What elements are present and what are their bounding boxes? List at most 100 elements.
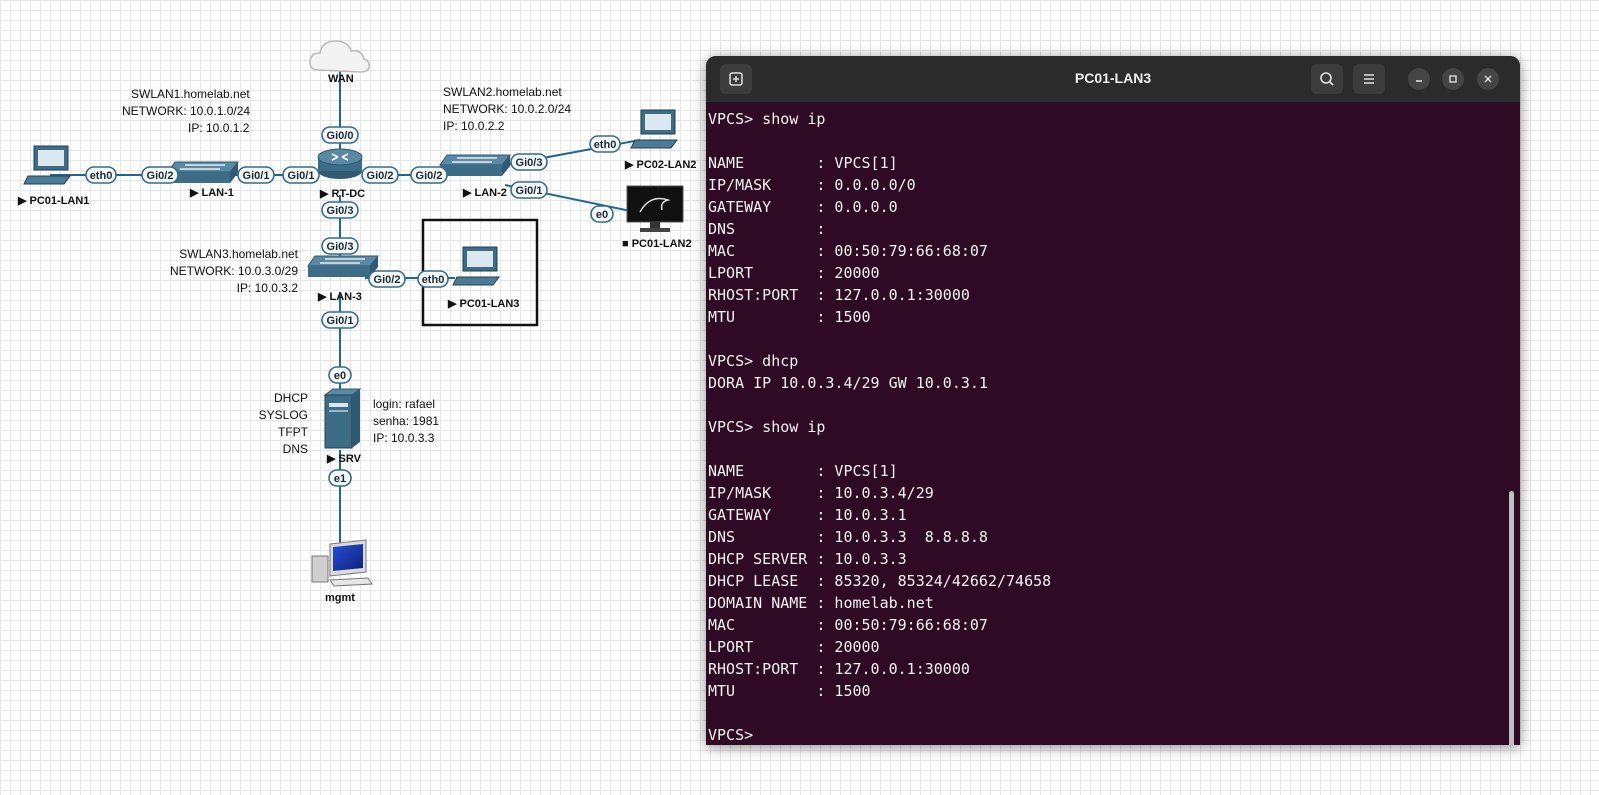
svg-text:DHCP: DHCP: [274, 391, 308, 405]
pc02-lan2-label: ▶ PC02-LAN2: [624, 159, 696, 171]
port-lan2-gi01[interactable]: Gi0/1: [510, 181, 548, 199]
search-button[interactable]: [1311, 64, 1343, 94]
port-rt-gi03[interactable]: Gi0/3: [321, 201, 359, 219]
terminal-line: DNS : 10.0.3.3 8.8.8.8: [708, 528, 988, 546]
swlan1-note: SWLAN1.homelab.net NETWORK: 10.0.1.0/24 …: [122, 87, 250, 135]
terminal-line: MTU : 1500: [708, 308, 871, 326]
svg-text:IP: 10.0.1.2: IP: 10.0.1.2: [188, 121, 250, 135]
port-pc01lan2-e0[interactable]: e0: [590, 205, 614, 223]
terminal-output[interactable]: VPCS> show ip NAME : VPCS[1] IP/MASK : 0.0…: [706, 103, 1520, 745]
svg-text:Gi0/1: Gi0/1: [516, 185, 543, 197]
maximize-icon: [1449, 75, 1457, 83]
wan-label: WAN: [328, 73, 354, 85]
svg-text:Gi0/3: Gi0/3: [327, 205, 354, 217]
svg-text:Gi0/1: Gi0/1: [327, 315, 354, 327]
pc01-lan3-label: ▶ PC01-LAN3: [447, 298, 519, 310]
port-rt-gi00[interactable]: Gi0/0: [321, 126, 359, 144]
lan-2-label: ▶ LAN-2: [462, 187, 507, 199]
pc01-lan2-label: ■ PC01-LAN2: [622, 238, 692, 250]
pc01-lan3-icon[interactable]: [452, 246, 500, 286]
svg-text:e1: e1: [334, 473, 346, 485]
svg-text:Gi0/3: Gi0/3: [327, 241, 354, 253]
svg-text:Gi0/2: Gi0/2: [374, 274, 401, 286]
terminal-line: IP/MASK : 10.0.3.4/29: [708, 484, 934, 502]
lan-3-label: ▶ LAN-3: [317, 291, 362, 303]
terminal-window[interactable]: PC01-LAN3 VPCS> show ip NAME: VPCS[1] I…: [706, 56, 1520, 745]
minimize-icon: [1416, 80, 1422, 82]
search-icon: [1320, 72, 1334, 86]
terminal-line: RHOST:PORT : 127.0.0.1:30000: [708, 286, 970, 304]
svg-text:e0: e0: [596, 209, 608, 221]
svg-text:SWLAN2.homelab.net: SWLAN2.homelab.net: [443, 85, 562, 99]
terminal-line: LPORT : 20000: [708, 264, 880, 282]
swlan3-note: SWLAN3.homelab.net NETWORK: 10.0.3.0/29 …: [170, 247, 299, 295]
pc01-lan1-icon[interactable]: [23, 145, 71, 185]
svg-text:SWLAN3.homelab.net: SWLAN3.homelab.net: [179, 247, 298, 261]
menu-button[interactable]: [1353, 64, 1385, 94]
lan-1-label: ▶ LAN-1: [189, 187, 234, 199]
terminal-header[interactable]: PC01-LAN3: [706, 56, 1520, 103]
port-srv-e0[interactable]: e0: [328, 366, 352, 384]
pc01-lan2-monitor-icon[interactable]: [626, 185, 684, 232]
close-button[interactable]: [1477, 68, 1499, 90]
terminal-line: LPORT : 20000: [708, 638, 880, 656]
terminal-scrollbar[interactable]: [1509, 491, 1514, 745]
mgmt-label: mgmt: [325, 592, 355, 604]
terminal-line: NAME : VPCS[1]: [708, 462, 898, 480]
svg-text:Gi0/0: Gi0/0: [327, 130, 354, 142]
terminal-line: DHCP LEASE : 85320, 85324/42662/74658: [708, 572, 1052, 590]
router-rt-dc-icon[interactable]: [317, 148, 363, 179]
port-pc01lan3-eth0[interactable]: eth0: [417, 270, 449, 288]
port-lan3-gi02[interactable]: Gi0/2: [368, 270, 406, 288]
terminal-line: NAME : VPCS[1]: [708, 154, 898, 172]
port-lan3-gi01[interactable]: Gi0/1: [321, 311, 359, 329]
switch-lan-2-icon[interactable]: [439, 154, 512, 176]
svg-text:SYSLOG: SYSLOG: [259, 408, 308, 422]
srv-server-icon[interactable]: [323, 388, 362, 449]
port-srv-e1[interactable]: e1: [328, 469, 352, 487]
rt-dc-label: ▶ RT-DC: [319, 188, 365, 200]
svg-text:Gi0/3: Gi0/3: [516, 157, 543, 169]
srv-login-note: login: rafael senha: 1981 IP: 10.0.3.3: [373, 397, 439, 445]
svg-text:e0: e0: [334, 370, 346, 382]
port-lan2-gi02[interactable]: Gi0/2: [410, 166, 448, 184]
new-tab-button[interactable]: [720, 64, 752, 94]
port-lan1-gi02[interactable]: Gi0/2: [141, 166, 179, 184]
pc02-lan2-icon[interactable]: [630, 109, 678, 149]
switch-lan-1-icon[interactable]: [167, 161, 240, 183]
port-lan2-gi03[interactable]: Gi0/3: [510, 153, 548, 171]
terminal-line: GATEWAY : 10.0.3.1: [708, 506, 907, 524]
switch-lan-3-icon[interactable]: [307, 255, 380, 277]
maximize-button[interactable]: [1442, 68, 1464, 90]
wan-cloud-icon[interactable]: [309, 40, 370, 73]
port-rt-gi01[interactable]: Gi0/1: [282, 166, 320, 184]
hamburger-menu-icon: [1364, 74, 1374, 84]
port-rt-gi02[interactable]: Gi0/2: [361, 166, 399, 184]
terminal-line: VPCS> dhcp: [708, 352, 799, 370]
terminal-line: RHOST:PORT : 127.0.0.1:30000: [708, 660, 970, 678]
terminal-line: IP/MASK : 0.0.0.0/0: [708, 176, 916, 194]
port-pc02lan2-eth0[interactable]: eth0: [589, 135, 621, 153]
svg-text:DNS: DNS: [283, 442, 308, 456]
svg-text:Gi0/1: Gi0/1: [243, 170, 270, 182]
svg-text:Gi0/1: Gi0/1: [288, 170, 315, 182]
port-lan1-gi01[interactable]: Gi0/1: [237, 166, 275, 184]
terminal-line: DOMAIN NAME : homelab.net: [708, 594, 934, 612]
terminal-line: DORA IP 10.0.3.4/29 GW 10.0.3.1: [708, 374, 988, 392]
srv-services-note: DHCP SYSLOG TFPT DNS: [259, 391, 309, 456]
svg-text:NETWORK: 10.0.2.0/24: NETWORK: 10.0.2.0/24: [443, 102, 571, 116]
minimize-button[interactable]: [1408, 68, 1430, 90]
network-topology-diagram[interactable]: WAN ▶ RT-DC ▶ LAN-1 ▶ LAN-2 ▶ LAN-3 ▶ PC…: [0, 0, 700, 795]
terminal-line: MAC : 00:50:79:66:68:07: [708, 616, 988, 634]
port-pc01lan1-eth0[interactable]: eth0: [85, 166, 117, 184]
port-lan3-gi03[interactable]: Gi0/3: [321, 237, 359, 255]
terminal-line: DNS :: [708, 220, 826, 238]
terminal-line: MTU : 1500: [708, 682, 871, 700]
terminal-title: PC01-LAN3: [1074, 70, 1152, 86]
mgmt-pc-icon[interactable]: [311, 539, 373, 587]
close-icon: [1484, 75, 1492, 83]
